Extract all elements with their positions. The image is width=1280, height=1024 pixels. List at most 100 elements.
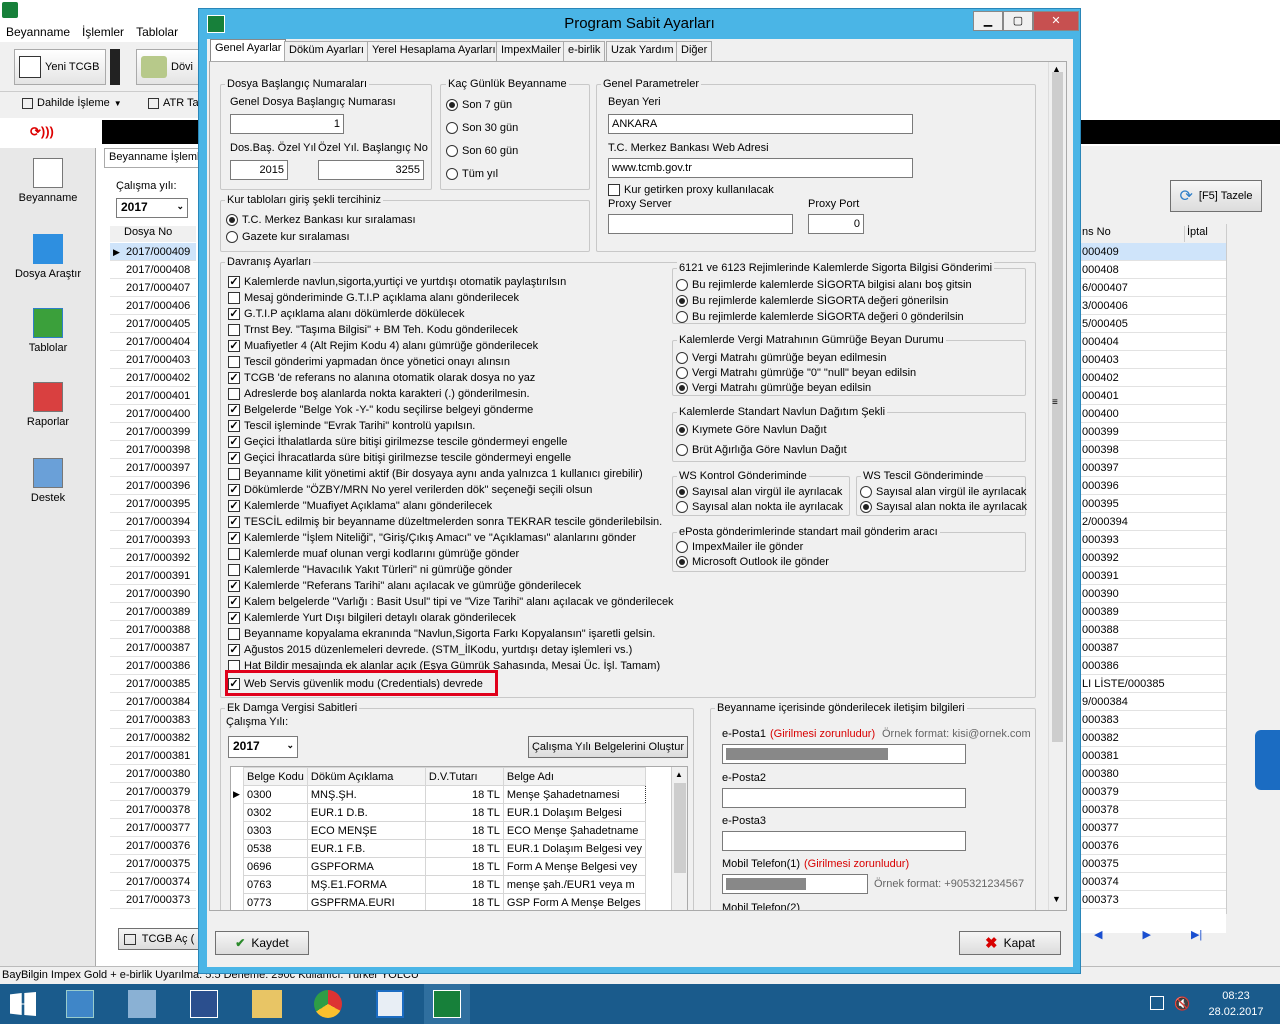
- radio-navlun-brut[interactable]: Brüt Ağırlığa Göre Navlun Dağıt: [676, 444, 847, 456]
- table-row[interactable]: 000397: [1080, 459, 1226, 477]
- table-row[interactable]: 000402: [1080, 369, 1226, 387]
- table-row[interactable]: 3/000406: [1080, 297, 1226, 315]
- table-row[interactable]: 2017/000377: [110, 819, 196, 837]
- col-header-iptal[interactable]: İptal: [1184, 226, 1226, 242]
- davranis-checkbox[interactable]: ✓ Muafiyetler 4 (Alt Rejim Kodu 4) alanı …: [228, 340, 538, 352]
- table-row[interactable]: 000391: [1080, 567, 1226, 585]
- table-row[interactable]: 2017/000393: [110, 531, 196, 549]
- table-row[interactable]: 2017/000404: [110, 333, 196, 351]
- radio-gazete-kur[interactable]: Gazete kur sıralaması: [226, 231, 350, 243]
- table-row[interactable]: 2017/000379: [110, 783, 196, 801]
- table-row[interactable]: 2017/000388: [110, 621, 196, 639]
- dahilde-isleme-dropdown[interactable]: Dahilde İşleme ▼: [22, 97, 122, 109]
- close-window-button[interactable]: ✕: [1033, 11, 1079, 31]
- nav-raporlar[interactable]: Raporlar: [0, 382, 96, 428]
- teamviewer-tab-icon[interactable]: [1255, 730, 1280, 790]
- atr-button[interactable]: ATR Ta: [148, 97, 199, 109]
- table-row[interactable]: 2017/000395: [110, 495, 196, 513]
- table-row[interactable]: 0303 ECO MENŞE 18 TL ECO Menşe Şahadetname: [243, 821, 647, 840]
- clock[interactable]: 08:23 28.02.2017: [1198, 988, 1274, 1020]
- radio-tcmb-kur[interactable]: T.C. Merkez Bankası kur sıralaması: [226, 214, 416, 226]
- davranis-checkbox[interactable]: Beyanname kopyalama ekranında "Navlun,Si…: [228, 628, 655, 640]
- table-row[interactable]: 2017/000403: [110, 351, 196, 369]
- davranis-checkbox[interactable]: ✓ Kalemlerde "İşlem Niteliği", "Giriş/Çık…: [228, 532, 636, 544]
- table-row[interactable]: 2017/000386: [110, 657, 196, 675]
- maximize-button[interactable]: ▢: [1003, 11, 1033, 31]
- tab-diger[interactable]: Diğer: [676, 41, 713, 61]
- tcgb-ac-button[interactable]: TCGB Aç (: [118, 928, 200, 950]
- nav-destek[interactable]: Destek: [0, 458, 96, 504]
- table-row[interactable]: 6/000407: [1080, 279, 1226, 297]
- table-row[interactable]: 2017/000396: [110, 477, 196, 495]
- radio-tum-yil[interactable]: Tüm yıl: [446, 168, 498, 180]
- tab-genel-ayarlar[interactable]: Genel Ayarlar: [210, 39, 287, 61]
- table-row[interactable]: 000389: [1080, 603, 1226, 621]
- davranis-checkbox[interactable]: ✓ Kalemlerde Yurt Dışı bilgileri detaylı …: [228, 612, 516, 624]
- radio-outlook[interactable]: Microsoft Outlook ile gönder: [676, 556, 829, 568]
- davranis-checkbox[interactable]: ✓ TCGB 'de referans no alanına otomatik o…: [228, 372, 535, 384]
- table-row[interactable]: 000399: [1080, 423, 1226, 441]
- radio-ws-tescil-virgul[interactable]: Sayısal alan virgül ile ayrılacak: [860, 486, 1026, 498]
- davranis-checkbox[interactable]: ✓ Geçici İhracatlarda süre bitişi girilme…: [228, 452, 571, 464]
- table-row[interactable]: 000378: [1080, 801, 1226, 819]
- next-page-icon[interactable]: ▶: [1142, 928, 1150, 950]
- davranis-checkbox[interactable]: ✓ Kalem belgelerde "Varlığı : Basit Usul"…: [228, 596, 674, 608]
- radio-son-30[interactable]: Son 30 gün: [446, 122, 518, 134]
- damga-grid-column-header[interactable]: Belge Kodu: [243, 767, 308, 786]
- tcmb-input[interactable]: www.tcmb.gov.tr: [608, 158, 913, 178]
- scroll-down-icon[interactable]: ▼: [1052, 894, 1061, 904]
- table-row[interactable]: 2017/000406: [110, 297, 196, 315]
- right-list-scrollbar[interactable]: [1226, 224, 1242, 914]
- table-row[interactable]: 2017/000397: [110, 459, 196, 477]
- proxy-port-input[interactable]: 0: [808, 214, 864, 234]
- davranis-checkbox[interactable]: ✓ TESCİL edilmiş bir beyanname düzeltmele…: [228, 516, 662, 528]
- davranis-checkbox[interactable]: Tescil gönderimi yapmadan önce yönetici …: [228, 356, 510, 368]
- nav-tablolar[interactable]: Tablolar: [0, 308, 96, 354]
- table-row[interactable]: 000401: [1080, 387, 1226, 405]
- damga-grid-column-header[interactable]: Belge Adı: [502, 767, 647, 786]
- table-row[interactable]: 000381: [1080, 747, 1226, 765]
- radio-navlun-kiymet[interactable]: Kıymete Göre Navlun Dağıt: [676, 424, 827, 436]
- dovi-button[interactable]: Dövi: [136, 49, 200, 85]
- menu-tablolar[interactable]: Tablolar: [130, 22, 184, 42]
- windows-start-icon[interactable]: [10, 992, 36, 1016]
- col-header-dosya-no[interactable]: Dosya No: [110, 226, 196, 242]
- proxy-checkbox[interactable]: Kur getirken proxy kullanılacak: [608, 184, 774, 196]
- davranis-checkbox[interactable]: Mesaj gönderiminde G.T.I.P açıklama alan…: [228, 292, 519, 304]
- table-row[interactable]: 2017/000400: [110, 405, 196, 423]
- damga-grid-scrollbar[interactable]: ▲: [671, 767, 687, 910]
- radio-matrah-beyan[interactable]: Vergi Matrahı gümrüğe beyan edilsin: [676, 382, 871, 394]
- nav-dosya-arastir[interactable]: Dosya Araştır: [0, 234, 96, 280]
- radio-sigorta-bos[interactable]: Bu rejimlerde kalemlerde SİGORTA bilgisi…: [676, 279, 972, 291]
- radio-matrah-null[interactable]: Vergi Matrahı gümrüğe "0" "null" beyan e…: [676, 367, 916, 379]
- table-row[interactable]: 000377: [1080, 819, 1226, 837]
- table-row[interactable]: 0300 MNŞ.ŞH. 18 TL Menşe Şahadetnamesi: [243, 785, 647, 804]
- table-row[interactable]: 2017/000382: [110, 729, 196, 747]
- previous-page-icon[interactable]: ◀: [1094, 928, 1102, 950]
- proxy-server-input[interactable]: [608, 214, 793, 234]
- table-row[interactable]: 5/000405: [1080, 315, 1226, 333]
- table-row[interactable]: 0763 MŞ.E1.FORMA 18 TL menşe şah./EUR1 veya…: [243, 875, 647, 894]
- save-button[interactable]: ✔ Kaydet: [215, 931, 309, 955]
- table-row[interactable]: 000376: [1080, 837, 1226, 855]
- last-page-icon[interactable]: ▶|: [1191, 928, 1202, 950]
- chrome-icon[interactable]: [314, 990, 342, 1018]
- table-row[interactable]: 2017/000401: [110, 387, 196, 405]
- table-row[interactable]: 000396: [1080, 477, 1226, 495]
- tab-e-birlik[interactable]: e-birlik: [563, 41, 606, 61]
- davranis-checkbox[interactable]: ✓ Kalemlerde "Muafiyet Açıklama" alanı gö…: [228, 500, 492, 512]
- table-row[interactable]: 2017/000402: [110, 369, 196, 387]
- table-row[interactable]: 000404: [1080, 333, 1226, 351]
- table-row[interactable]: 2017/000387: [110, 639, 196, 657]
- damga-year-select[interactable]: 2017 ⌄: [228, 736, 298, 758]
- davranis-checkbox[interactable]: Kalemlerde muaf olunan vergi kodlarını g…: [228, 548, 519, 560]
- damga-grid-column-header[interactable]: D.V.Tutarı: [424, 767, 504, 786]
- table-row[interactable]: 000392: [1080, 549, 1226, 567]
- table-row[interactable]: 2017/000394: [110, 513, 196, 531]
- davranis-checkbox[interactable]: Trnst Bey. "Taşıma Bilgisi" + BM Teh. Ko…: [228, 324, 518, 336]
- table-row[interactable]: 2017/000407: [110, 279, 196, 297]
- create-year-docs-button[interactable]: Çalışma Yılı Belgelerini Oluştur: [528, 736, 688, 758]
- table-row[interactable]: 0302 EUR.1 D.B. 18 TL EUR.1 Dolaşım Belgesi: [243, 803, 647, 822]
- table-row[interactable]: 2017/000376: [110, 837, 196, 855]
- radio-ws-kontrol-nokta[interactable]: Sayısal alan nokta ile ayrılacak: [676, 501, 843, 513]
